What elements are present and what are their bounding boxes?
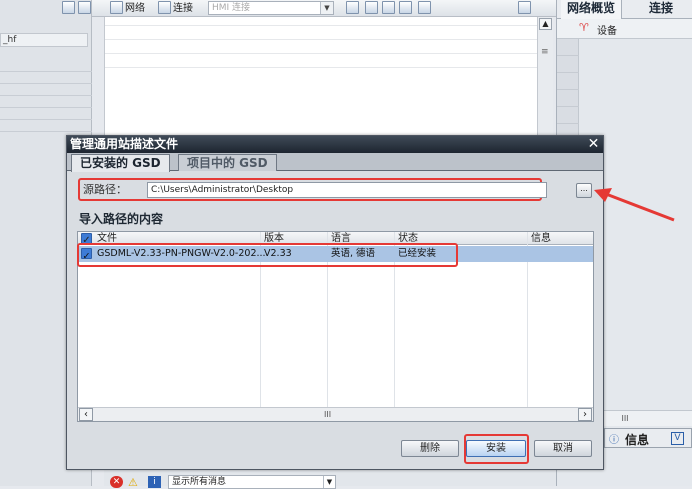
gsd-manager-dialog: 管理通用站描述文件 ✕ 已安装的 GSD 项目中的 GSD 源路径： C:\Us…: [66, 135, 604, 470]
chevron-down-icon[interactable]: ▼: [320, 2, 333, 14]
scroll-thumb[interactable]: III: [324, 408, 331, 421]
source-path-field[interactable]: C:\Users\Administrator\Desktop: [147, 182, 547, 198]
table-icon[interactable]: [382, 1, 395, 14]
tab-installed-gsd[interactable]: 已安装的 GSD: [71, 154, 170, 172]
annotation-arrow-icon: [594, 188, 675, 222]
install-highlight: [464, 434, 529, 464]
dialog-title: 管理通用站描述文件: [67, 136, 603, 153]
close-icon[interactable]: ✕: [586, 136, 601, 153]
chevron-down-icon[interactable]: ▼: [323, 476, 335, 488]
error-filter-icon[interactable]: ✕: [110, 476, 123, 488]
delete-button[interactable]: 删除: [401, 440, 459, 457]
tree-row[interactable]: [0, 120, 92, 132]
warning-filter-icon[interactable]: ⚠: [128, 476, 138, 489]
tab-network-overview[interactable]: 网络概览: [561, 0, 623, 19]
page-icon[interactable]: [399, 1, 412, 14]
network-button[interactable]: 网络: [125, 0, 145, 17]
import-content-title: 导入路径的内容: [79, 212, 164, 226]
network-view-toolbar: 网络 连接 HMI 连接 ▼: [62, 0, 557, 17]
scroll-left-icon[interactable]: ‹: [79, 408, 93, 421]
tree-row[interactable]: [0, 60, 92, 72]
info-filter-icon[interactable]: i: [148, 476, 161, 488]
info-icon: ⓘ: [609, 435, 619, 446]
source-path-label: 源路径：: [83, 183, 127, 196]
zoom-icon[interactable]: [418, 1, 431, 14]
table-scrollbar[interactable]: ‹ III ›: [78, 407, 593, 421]
row-highlight: [77, 243, 458, 267]
topology-icon[interactable]: [365, 1, 378, 14]
overview-icon[interactable]: [78, 1, 91, 14]
connection-button[interactable]: 连接: [173, 0, 193, 17]
overview-tabs: 网络概览 连接: [557, 0, 692, 19]
tree-row[interactable]: [0, 96, 92, 108]
tree-row[interactable]: [0, 84, 92, 96]
connection-type-select[interactable]: HMI 连接 ▼: [208, 1, 334, 15]
tab-connection[interactable]: 连接: [643, 0, 679, 19]
inspector-tabs: ⓘ 信息 V: [604, 428, 692, 448]
cancel-button[interactable]: 取消: [534, 440, 592, 457]
message-filter-select[interactable]: 显示所有消息 ▼: [168, 475, 336, 489]
diagnostics-icon[interactable]: V: [671, 432, 684, 445]
device-header: ♈ 设备: [557, 19, 692, 39]
canvas-scrollbar[interactable]: ▲ ≡: [537, 17, 553, 137]
project-tree-item[interactable]: _hf: [0, 33, 88, 47]
scroll-right-icon[interactable]: ›: [578, 408, 592, 421]
device-header-label: 设备: [597, 26, 617, 37]
grid-icon[interactable]: [62, 1, 75, 14]
scroll-up-icon[interactable]: ▲: [539, 18, 552, 30]
properties-icon[interactable]: [346, 1, 359, 14]
dialog-tabs: 已安装的 GSD 项目中的 GSD: [67, 153, 603, 172]
connection-icon[interactable]: [158, 1, 171, 14]
network-icon[interactable]: [110, 1, 123, 14]
network-canvas[interactable]: [104, 17, 538, 137]
layout-icon[interactable]: [518, 1, 531, 14]
connection-type-value: HMI 连接: [212, 3, 251, 13]
tree-row[interactable]: [0, 72, 92, 84]
column-info[interactable]: 信息: [531, 232, 551, 245]
tab-project-gsd[interactable]: 项目中的 GSD: [178, 154, 277, 171]
tab-info[interactable]: 信息: [625, 431, 649, 448]
device-icon: ♈: [579, 21, 589, 34]
tree-row[interactable]: [0, 108, 92, 120]
scroll-grip-icon[interactable]: ≡: [541, 47, 549, 57]
